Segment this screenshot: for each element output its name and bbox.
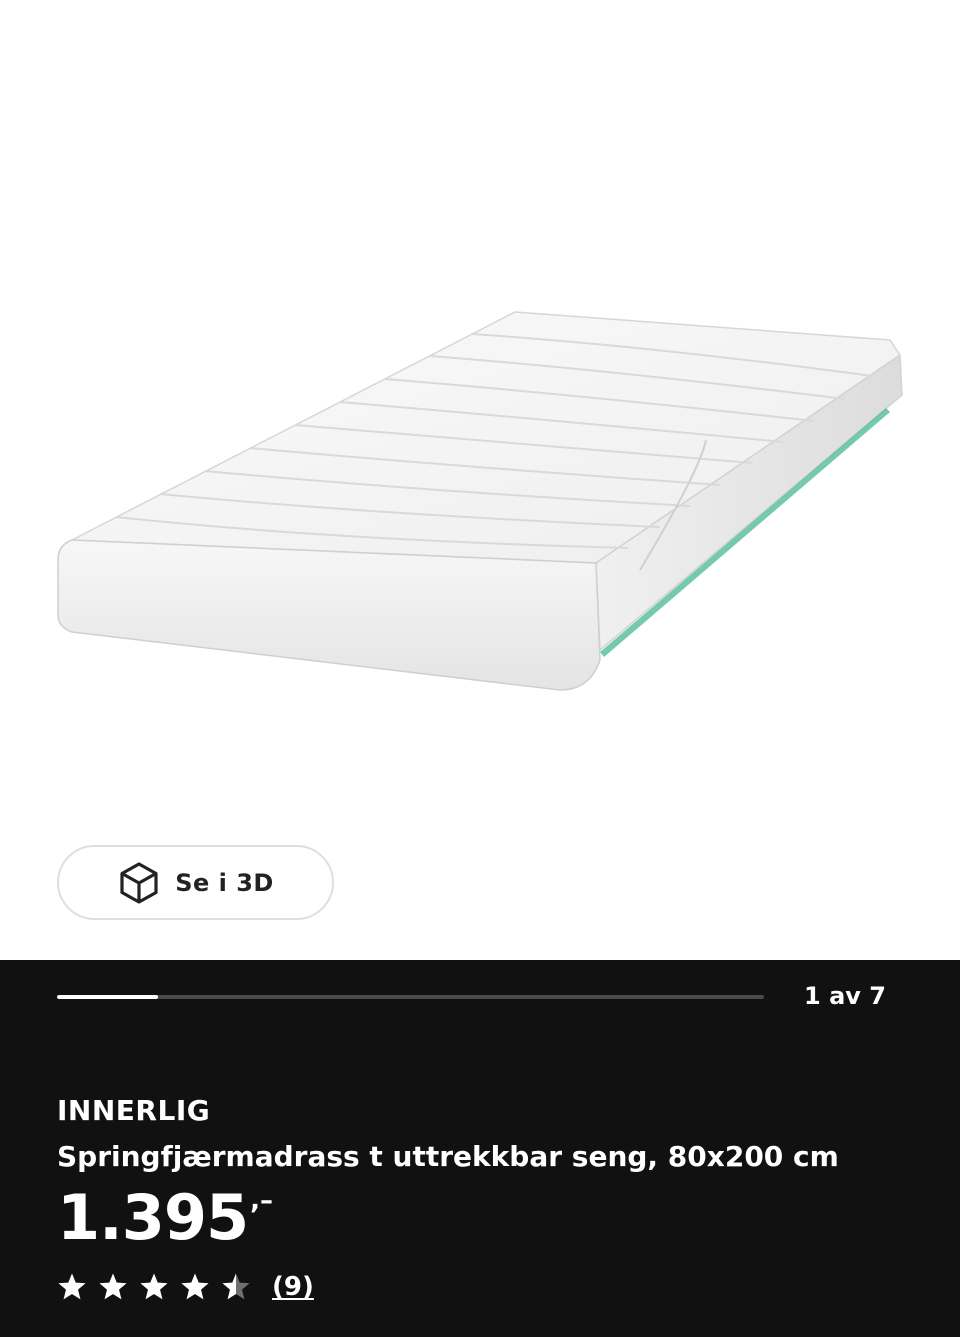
- product-name: INNERLIG: [57, 1094, 211, 1127]
- image-counter: 1 av 7: [804, 982, 886, 1010]
- star-icon: [140, 1273, 168, 1300]
- product-price: 1.395 ,–: [57, 1181, 274, 1254]
- cube-icon: [120, 861, 158, 904]
- gallery-progress-fill: [57, 995, 158, 999]
- product-info-panel: 1 av 7 INNERLIG Springfjærmadrass t uttr…: [0, 960, 960, 1337]
- star-icon: [222, 1273, 250, 1300]
- view-3d-label: Se i 3D: [175, 868, 274, 897]
- star-icon: [181, 1273, 209, 1300]
- price-value: 1.395: [57, 1181, 249, 1254]
- product-image-area[interactable]: Se i 3D: [0, 0, 960, 960]
- price-suffix: ,–: [250, 1186, 274, 1216]
- star-icon: [99, 1273, 127, 1300]
- gallery-progress-bar[interactable]: [57, 995, 764, 999]
- review-count-link[interactable]: (9): [272, 1272, 314, 1302]
- view-3d-button[interactable]: Se i 3D: [57, 845, 334, 920]
- product-description: Springfjærmadrass t uttrekkbar seng, 80x…: [57, 1140, 839, 1173]
- product-image-mattress: [57, 311, 903, 691]
- product-rating[interactable]: (9): [57, 1272, 314, 1302]
- star-icon: [58, 1273, 86, 1300]
